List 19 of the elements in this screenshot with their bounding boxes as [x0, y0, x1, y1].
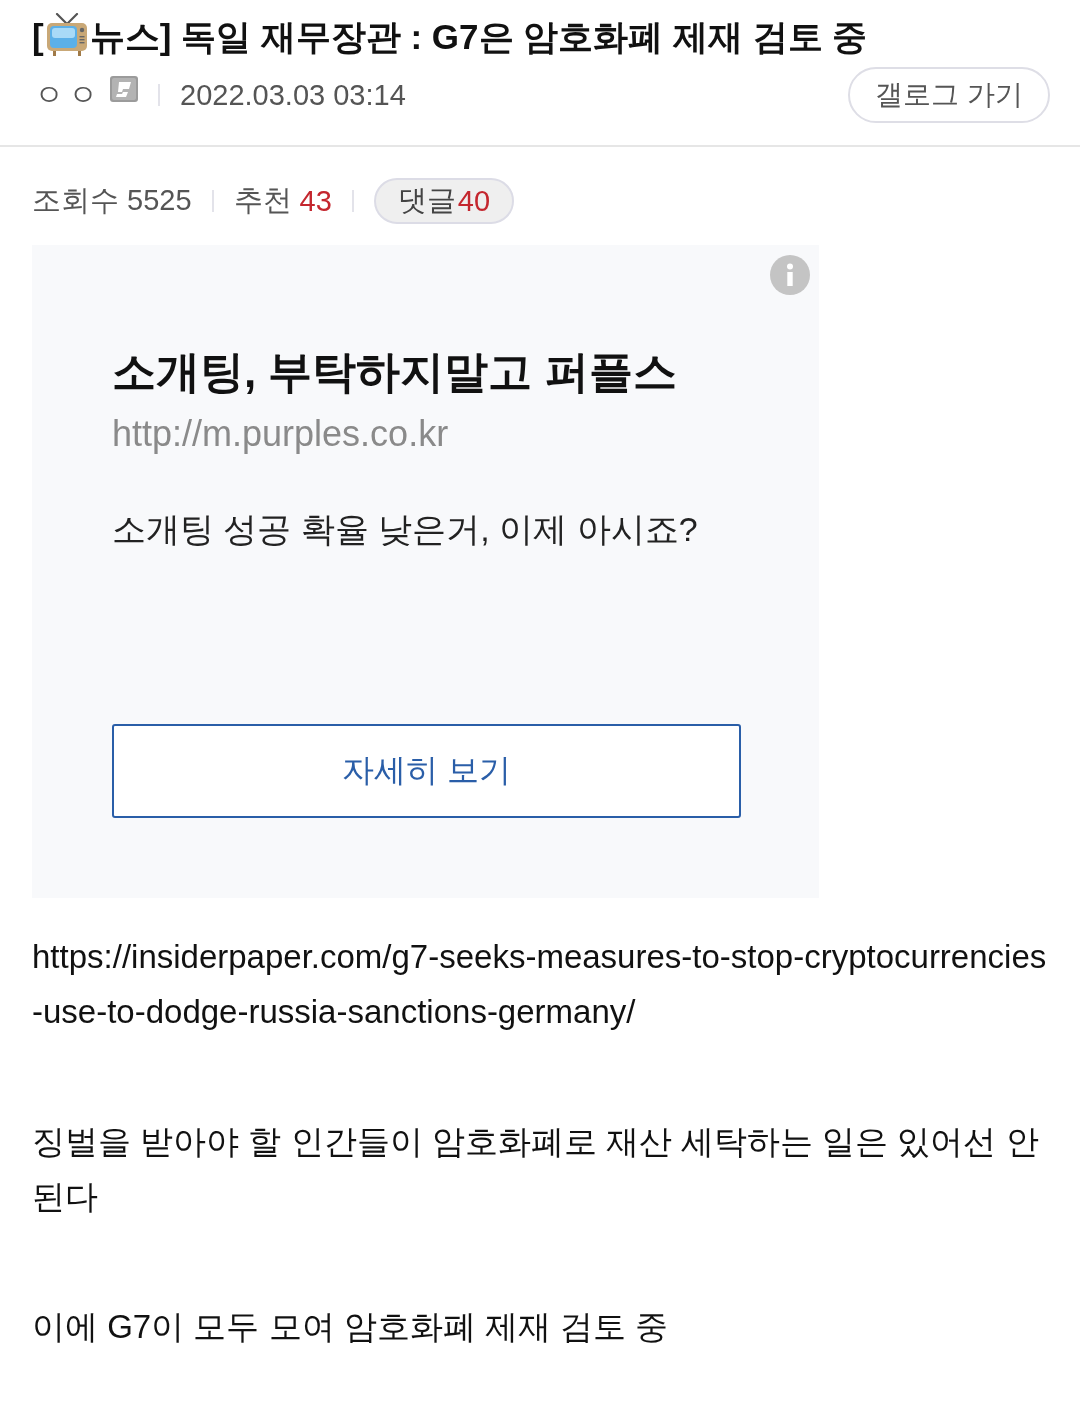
post-title: 뉴스] 독일 재무장관 : G7은 암호화폐 제재 검토 중 — [89, 16, 868, 58]
info-icon[interactable] — [770, 255, 810, 295]
ad-title: 소개팅, 부탁하지말고 퍼플스 — [112, 346, 677, 398]
comment-button[interactable]: 댓글40 — [373, 178, 515, 224]
recommend-count: 43 — [299, 184, 332, 218]
body-paragraph: 징벌을 받아야 할 인간들이 암호화폐로 재산 세탁하는 일은 있어선 안 된다 — [32, 1122, 1040, 1217]
post-date: 2022.03.03 03:14 — [180, 78, 406, 112]
details-button[interactable]: 자세히 보기 — [112, 724, 741, 818]
body-paragraph: https://insiderpaper.com/g7-seeks-measures-to-stop-cryptocurrencies-use-to-dodge-russia-sanctions-germany/ — [32, 937, 1048, 1032]
author-name[interactable]: ㅇㅇ — [34, 74, 102, 116]
ad-description: 소개팅 성공 확율 낮은거, 이제 아시죠? — [112, 509, 698, 550]
title-bracket: [ — [32, 16, 44, 58]
ad-url: http://m.purples.co.kr — [112, 412, 449, 456]
television-icon — [44, 13, 89, 57]
square-badge-icon — [110, 76, 138, 102]
body-paragraph: 이에 G7이 모두 모여 암호화폐 제재 검토 중 — [32, 1307, 670, 1347]
recommend-label: 추천 — [233, 183, 292, 218]
view-count: 조회수 5525 — [32, 183, 192, 218]
gallog-button[interactable]: 갤로그 가기 — [848, 67, 1050, 123]
